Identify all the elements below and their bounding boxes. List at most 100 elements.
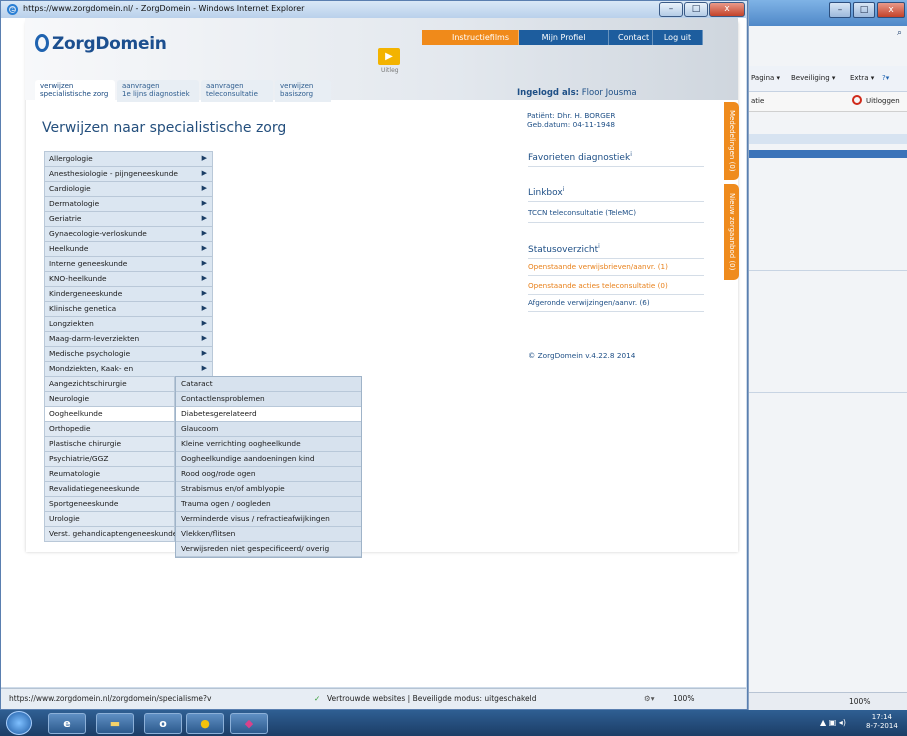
bg-maximize-button[interactable]: □ — [853, 2, 875, 18]
specialty-item[interactable]: Plastische chirurgie — [44, 436, 175, 451]
submenu-item[interactable]: Strabismus en/of amblyopie — [176, 482, 361, 497]
top-nav: Instructiefilms Mijn Profiel Contact Log… — [422, 30, 703, 45]
check-icon: ✓ — [314, 694, 321, 703]
specialty-item[interactable]: Gynaecologie-verloskunde ▶ — [44, 226, 213, 241]
bg-command-bar: Pagina ▾ Beveiliging ▾ Extra ▾ ?▾ — [749, 66, 907, 92]
statusoverzicht-heading: Statusoverzichti — [528, 243, 600, 255]
specialty-item[interactable]: Kindergeneeskunde ▶ — [44, 286, 213, 301]
info-icon[interactable]: i — [630, 151, 632, 158]
status-open-referrals[interactable]: Openstaande verwijsbrieven/aanvr. (1) — [528, 262, 668, 271]
extra-menu[interactable]: Extra ▾ — [850, 74, 874, 82]
uitloggen-link[interactable]: Uitloggen — [866, 97, 900, 105]
play-icon[interactable]: ▶ — [378, 48, 400, 65]
info-icon[interactable]: i — [598, 243, 600, 250]
submenu-item[interactable]: Kleine verrichting oogheelkunde — [176, 437, 361, 452]
bg-band-dark — [749, 150, 907, 158]
side-tab-nieuw-zorgaanbod[interactable]: Nieuw zorgaanbod (0) — [724, 184, 739, 280]
side-tab-mededelingen[interactable]: Mededelingen (0) — [724, 102, 739, 180]
specialty-item[interactable]: Medische psychologie ▶ — [44, 346, 213, 361]
specialty-label: Neurologie — [49, 394, 90, 403]
bg-zoom-level[interactable]: 100% — [849, 697, 870, 706]
specialty-label: Allergologie — [49, 154, 93, 163]
specialty-item[interactable]: Longziekten ▶ — [44, 316, 213, 331]
specialty-item[interactable]: Allergologie ▶ — [44, 151, 213, 166]
patient-birthdate: Geb.datum: 04-11-1948 — [527, 120, 615, 129]
info-icon[interactable]: i — [563, 186, 565, 193]
status-completed[interactable]: Afgeronde verwijzingen/aanvr. (6) — [528, 298, 650, 307]
nav-mijn-profiel[interactable]: Mijn Profiel — [519, 30, 609, 45]
specialty-item[interactable]: Anesthesiologie - pijngeneeskunde ▶ — [44, 166, 213, 181]
pagina-menu[interactable]: Pagina ▾ — [751, 74, 780, 82]
protected-mode-icon[interactable]: ⚙▾ — [644, 694, 655, 703]
specialty-label: Psychiatrie/GGZ — [49, 454, 109, 463]
close-button[interactable]: x — [709, 2, 745, 17]
explorer-taskbar-icon[interactable]: ▬ — [96, 713, 134, 734]
beveiliging-menu[interactable]: Beveiliging ▾ — [791, 74, 835, 82]
specialty-label: KNO-heelkunde — [49, 274, 107, 283]
bg-minimize-button[interactable]: – — [829, 2, 851, 18]
specialty-item[interactable]: Oogheelkunde — [44, 406, 175, 421]
specialty-label: Revalidatiegeneeskunde — [49, 484, 140, 493]
submenu-item[interactable]: Glaucoom — [176, 422, 361, 437]
specialty-item[interactable]: Reumatologie — [44, 466, 175, 481]
oogheelkunde-submenu: Cataract Contactlensproblemen Diabetesgere… — [175, 376, 362, 558]
clock[interactable]: 17:14 8-7-2014 — [866, 713, 898, 731]
specialty-item[interactable]: Maag-darm-leverziekten ▶ — [44, 331, 213, 346]
specialty-item[interactable]: Sportgeneeskunde — [44, 496, 175, 511]
submenu-item[interactable]: Verminderde visus / refractieafwijkingen — [176, 512, 361, 527]
status-zone[interactable]: Vertrouwde websites | Beveiligde modus: … — [327, 694, 536, 703]
zorgdomein-logo[interactable]: ZorgDomein — [52, 34, 167, 54]
outlook-taskbar-icon[interactable]: o — [144, 713, 182, 734]
specialty-item[interactable]: Cardiologie ▶ — [44, 181, 213, 196]
specialty-item[interactable]: Revalidatiegeneeskunde — [44, 481, 175, 496]
submenu-item[interactable]: Cataract — [176, 377, 361, 392]
specialty-item[interactable]: Urologie — [44, 511, 175, 526]
bg-divider — [749, 392, 907, 393]
tab-verwijzen-basiszorg[interactable]: verwijzen basiszorg — [275, 80, 331, 102]
specialty-item[interactable]: Aangezichtschirurgie — [44, 376, 175, 391]
specialty-label: Cardiologie — [49, 184, 91, 193]
tab-aanvragen-diagnostiek[interactable]: aanvragen 1e lijns diagnostiek — [117, 80, 199, 102]
minimize-button[interactable]: – — [659, 2, 683, 17]
nav-instructiefilms[interactable]: Instructiefilms — [422, 30, 519, 45]
specialty-item[interactable]: Dermatologie ▶ — [44, 196, 213, 211]
submenu-item[interactable]: Vlekken/flitsen — [176, 527, 361, 542]
submenu-item[interactable]: Oogheelkundige aandoeningen kind — [176, 452, 361, 467]
submenu-item[interactable]: Rood oog/rode ogen — [176, 467, 361, 482]
zoom-level[interactable]: 100% — [673, 694, 694, 703]
submenu-item[interactable]: Diabetesgerelateerd — [176, 407, 361, 422]
submenu-item[interactable]: Trauma ogen / oogleden — [176, 497, 361, 512]
linkbox-item[interactable]: TCCN teleconsultatie (TeleMC) — [528, 208, 636, 217]
chrome-taskbar-icon[interactable]: ● — [186, 713, 224, 734]
specialty-item[interactable]: Psychiatrie/GGZ — [44, 451, 175, 466]
bg-close-button[interactable]: x — [877, 2, 905, 18]
specialty-label: Urologie — [49, 514, 80, 523]
specialty-item[interactable]: Orthopedie — [44, 421, 175, 436]
app-taskbar-icon[interactable]: ◆ — [230, 713, 268, 734]
chevron-right-icon: ▶ — [201, 184, 207, 192]
chevron-right-icon: ▶ — [201, 244, 207, 252]
maximize-button[interactable]: □ — [684, 2, 708, 17]
specialty-item[interactable]: Verst. gehandicaptengeneeskunde — [44, 526, 177, 541]
specialty-item[interactable]: Klinische genetica ▶ — [44, 301, 213, 316]
submenu-item[interactable]: Verwijsreden niet gespecificeerd/ overig — [176, 542, 361, 557]
help-icon[interactable]: ?▾ — [882, 74, 889, 82]
submenu-item[interactable]: Contactlensproblemen — [176, 392, 361, 407]
specialty-item[interactable]: KNO-heelkunde ▶ — [44, 271, 213, 286]
zorgdomein-logo-icon[interactable] — [35, 34, 49, 52]
nav-contact[interactable]: Contact — [609, 30, 653, 45]
specialty-item[interactable]: Interne geneeskunde ▶ — [44, 256, 213, 271]
status-open-teleconsult[interactable]: Openstaande acties teleconsultatie (0) — [528, 281, 668, 290]
specialty-label: Longziekten — [49, 319, 94, 328]
start-button[interactable] — [6, 711, 32, 735]
specialty-item[interactable]: Heelkunde ▶ — [44, 241, 213, 256]
tab-verwijzen-specialistische-zorg[interactable]: verwijzen specialistische zorg — [35, 80, 115, 102]
tray-icons[interactable]: ▲ ▣ ◂) — [820, 718, 846, 727]
specialty-item[interactable]: Mondziekten, Kaak- en ▶ — [44, 361, 213, 376]
specialty-item[interactable]: Neurologie — [44, 391, 175, 406]
tab-aanvragen-teleconsultatie[interactable]: aanvragen teleconsultatie — [201, 80, 273, 102]
specialty-item[interactable]: Geriatrie ▶ — [44, 211, 213, 226]
ie-taskbar-icon[interactable]: e — [48, 713, 86, 734]
nav-log-uit[interactable]: Log uit — [653, 30, 703, 45]
search-icon[interactable]: ⌕ — [897, 28, 902, 38]
